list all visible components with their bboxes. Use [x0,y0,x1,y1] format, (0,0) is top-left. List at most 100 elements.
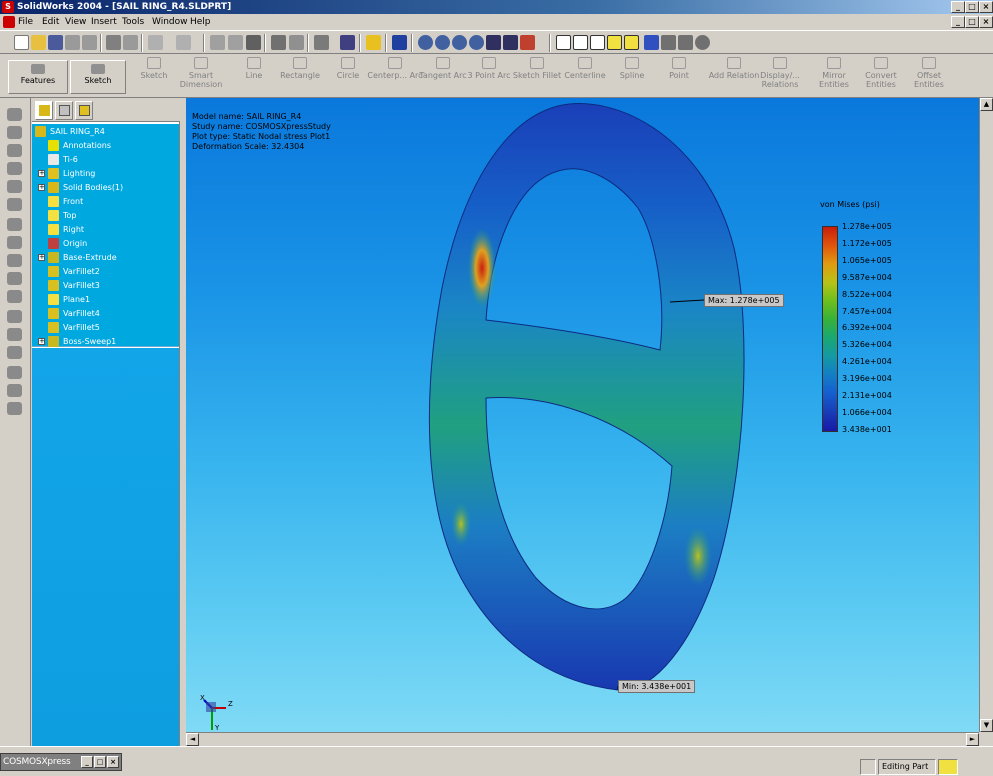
vertical-scrollbar[interactable]: ▲ ▼ [979,98,993,746]
rebuild-status-icon[interactable] [938,759,958,775]
ring-body[interactable] [428,103,745,691]
hidden-lines-visible-icon[interactable] [573,35,588,50]
tree-item[interactable]: Annotations [48,139,111,152]
cmd-point-button[interactable]: Point [651,57,707,95]
sketch-pencil-icon[interactable] [228,35,243,50]
scroll-left-arrow[interactable]: ◄ [186,733,199,746]
tab-sketch[interactable]: Sketch [70,60,126,94]
filter-icon[interactable] [340,35,355,50]
previous-view-icon[interactable] [392,35,407,50]
tree-item[interactable]: Solid Bodies(1) [48,181,123,194]
tree-item[interactable]: Right [48,223,84,236]
close-button[interactable]: × [979,1,993,13]
rotate-view-icon[interactable] [486,35,501,50]
tree-item[interactable]: Base-Extrude [48,251,117,264]
tab-feature-tree[interactable] [35,101,53,120]
mirror-icon[interactable] [7,346,22,359]
draft-icon[interactable] [7,272,22,285]
cosmosxpress-minimized-window[interactable]: COSMOSXpress _ □ × [0,753,122,771]
extrude-boss-icon[interactable] [7,108,22,121]
instant3d-icon[interactable] [7,402,22,415]
options-icon[interactable] [271,35,286,50]
zoom-to-selection-icon[interactable] [469,35,484,50]
menu-edit[interactable]: Edit [42,16,59,28]
wireframe-icon[interactable] [556,35,571,50]
graphics-area[interactable]: Model name: SAIL RING_R4 Study name: COS… [186,98,993,746]
tree-expand-toggle[interactable]: + [38,184,45,191]
open-file-icon[interactable] [31,35,46,50]
redo-icon[interactable] [176,35,191,50]
circular-pattern-icon[interactable] [7,328,22,341]
tree-item[interactable]: Plane1 [48,293,90,306]
menu-tools[interactable]: Tools [122,16,144,28]
minimize-button[interactable]: _ [951,1,965,13]
scroll-down-arrow[interactable]: ▼ [980,719,993,732]
new-file-icon[interactable] [14,35,29,50]
hole-icon[interactable] [7,290,22,303]
menu-insert[interactable]: Insert [91,16,117,28]
perspective-icon[interactable] [678,35,693,50]
curves-icon[interactable] [7,384,22,397]
rebuild-icon[interactable] [246,35,261,50]
doc-restore-button[interactable]: □ [965,16,979,28]
scroll-right-arrow[interactable]: ► [966,733,979,746]
tree-item[interactable]: Ti-6 [48,153,78,166]
tree-item[interactable]: VarFillet4 [48,307,100,320]
tab-features[interactable]: Features [8,60,68,94]
document-icon[interactable] [3,16,15,28]
section-view-icon[interactable] [661,35,676,50]
doc-close-button[interactable]: × [979,16,993,28]
zoom-to-area-icon[interactable] [435,35,450,50]
loft-boss-icon[interactable] [7,162,22,175]
menu-view[interactable]: View [65,16,86,28]
cosmos-maximize-button[interactable]: □ [94,756,106,768]
sweep-boss-icon[interactable] [7,144,22,157]
cmd-display-relations-button[interactable]: Display/... Relations [752,57,808,95]
realview-icon[interactable] [695,35,710,50]
linear-pattern-icon[interactable] [7,310,22,323]
extrude-cut-icon[interactable] [7,180,22,193]
tree-root[interactable]: SAIL RING_R4 [35,125,105,138]
revolve-boss-icon[interactable] [7,126,22,139]
undo-icon[interactable] [148,35,163,50]
shaded-with-edges-icon[interactable] [607,35,622,50]
print-preview-icon[interactable] [123,35,138,50]
pan-icon[interactable] [503,35,518,50]
shell-icon[interactable] [7,254,22,267]
tree-item[interactable]: Origin [48,237,87,250]
tree-expand-toggle[interactable]: + [38,338,45,345]
shadows-icon[interactable] [644,35,659,50]
cosmos-restore-button[interactable]: _ [81,756,93,768]
horizontal-scrollbar[interactable]: ◄ ► [186,732,979,746]
tab-property-manager[interactable] [55,101,73,120]
menu-help[interactable]: Help [190,16,211,28]
whats-this-icon[interactable] [366,35,381,50]
tree-expand-toggle[interactable]: + [38,254,45,261]
view-orientation-icon[interactable] [520,35,535,50]
grid-icon[interactable] [289,35,304,50]
snap-icon[interactable] [314,35,329,50]
maximize-button[interactable]: □ [965,1,979,13]
rib-icon[interactable] [7,236,22,249]
select-icon[interactable] [210,35,225,50]
shaded-icon[interactable] [624,35,639,50]
zoom-in-out-icon[interactable] [452,35,467,50]
tree-item[interactable]: Boss-Sweep1 [48,335,116,348]
zoom-to-fit-icon[interactable] [418,35,433,50]
tree-item[interactable]: VarFillet2 [48,265,100,278]
menu-window[interactable]: Window [152,16,188,28]
menu-file[interactable]: File [18,16,33,28]
tree-item[interactable]: VarFillet3 [48,279,100,292]
scroll-up-arrow[interactable]: ▲ [980,98,993,111]
make-drawing-icon[interactable] [65,35,80,50]
save-icon[interactable] [48,35,63,50]
print-icon[interactable] [106,35,121,50]
tab-configuration-manager[interactable] [75,101,93,120]
chamfer-icon[interactable] [7,218,22,231]
cmd-smart-dimension-button[interactable]: Smart Dimension [173,57,229,95]
doc-minimize-button[interactable]: _ [951,16,965,28]
tree-item[interactable]: Front [48,195,83,208]
make-assembly-icon[interactable] [82,35,97,50]
tree-item[interactable]: VarFillet5 [48,321,100,334]
tree-item[interactable]: Top [48,209,77,222]
